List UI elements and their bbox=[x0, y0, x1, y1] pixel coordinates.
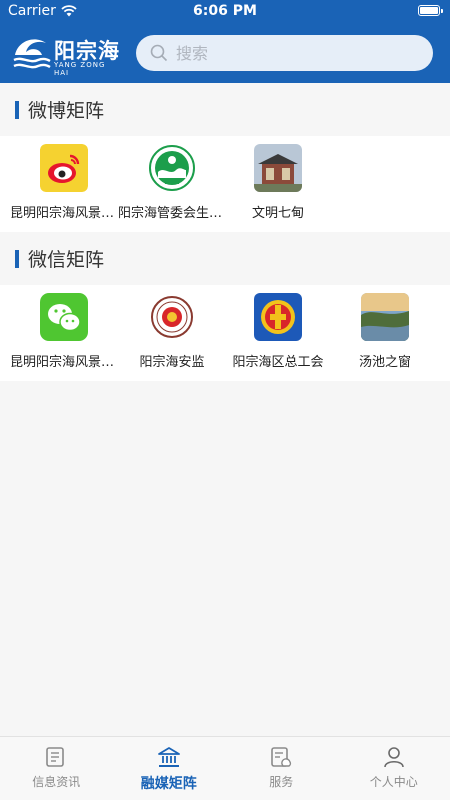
bank-icon bbox=[157, 747, 180, 767]
search-box[interactable] bbox=[136, 35, 433, 71]
section-title: 微博矩阵 bbox=[28, 100, 105, 122]
landscape-photo bbox=[361, 293, 409, 341]
safety-emblem-icon bbox=[148, 293, 196, 341]
matrix-item-label: 阳宗海安监 bbox=[139, 355, 205, 370]
wechat-icon bbox=[40, 293, 88, 341]
matrix-item-wechat-union[interactable]: 阳宗海区总工会 bbox=[224, 293, 332, 377]
matrix-item-wechat-safety[interactable]: 阳宗海安监 bbox=[118, 293, 226, 377]
tab-label: 信息资讯 bbox=[32, 775, 81, 789]
battery-icon bbox=[418, 5, 443, 16]
environment-emblem-icon bbox=[148, 144, 196, 192]
section-accent-bar bbox=[15, 249, 19, 268]
matrix-item-label: 阳宗海管委会生态环境局 bbox=[118, 206, 226, 221]
section-accent-bar bbox=[15, 100, 19, 119]
matrix-item-label: 阳宗海区总工会 bbox=[232, 355, 324, 370]
service-icon bbox=[271, 747, 292, 767]
matrix-item-wechat-scenic[interactable]: 昆明阳宗海风景名胜区 bbox=[10, 293, 118, 377]
tab-label: 个人中心 bbox=[369, 775, 418, 789]
weibo-grid: 昆明阳宗海风景名胜区 阳宗海管委会生态环境局 文 bbox=[0, 136, 450, 232]
tab-label: 服务 bbox=[269, 775, 294, 789]
app-header: Carrier 6:06 PM 阳宗海 YANG ZONG HAI bbox=[0, 0, 450, 83]
matrix-item-label: 昆明阳宗海风景名胜区 bbox=[10, 206, 118, 221]
tab-profile[interactable]: 个人中心 bbox=[338, 737, 450, 800]
status-time: 6:06 PM bbox=[193, 3, 257, 19]
weibo-icon bbox=[40, 144, 88, 192]
building-photo bbox=[254, 144, 302, 192]
trade-union-emblem-icon bbox=[254, 293, 302, 341]
bottom-tab-bar: 信息资讯 融媒矩阵 服务 个人中心 bbox=[0, 736, 450, 800]
user-icon bbox=[383, 747, 404, 768]
section-title: 微信矩阵 bbox=[28, 249, 105, 271]
tab-label: 融媒矩阵 bbox=[140, 776, 197, 792]
wechat-grid: 昆明阳宗海风景名胜区 阳宗海安监 阳宗海区总工会 bbox=[0, 285, 450, 381]
matrix-item-weibo-scenic[interactable]: 昆明阳宗海风景名胜区 bbox=[10, 144, 118, 228]
matrix-item-label: 汤池之窗 bbox=[358, 355, 411, 370]
app-logo[interactable]: 阳宗海 YANG ZONG HAI bbox=[12, 33, 122, 77]
status-bar: Carrier 6:06 PM bbox=[0, 0, 450, 22]
search-input[interactable] bbox=[176, 43, 416, 63]
matrix-item-wechat-tangchi[interactable]: 汤池之窗 bbox=[331, 293, 439, 377]
news-icon bbox=[46, 747, 65, 767]
tab-news[interactable]: 信息资讯 bbox=[0, 737, 113, 800]
logo-subtitle: YANG ZONG HAI bbox=[54, 61, 106, 77]
section-header-wechat: 微信矩阵 bbox=[0, 232, 450, 285]
section-header-weibo: 微博矩阵 bbox=[0, 83, 450, 136]
tab-service[interactable]: 服务 bbox=[225, 737, 338, 800]
matrix-item-weibo-environment[interactable]: 阳宗海管委会生态环境局 bbox=[118, 144, 226, 228]
matrix-item-label: 文明七甸 bbox=[251, 206, 304, 221]
wave-logo-icon bbox=[13, 39, 51, 69]
matrix-item-weibo-wenming[interactable]: 文明七甸 bbox=[224, 144, 332, 228]
matrix-item-label: 昆明阳宗海风景名胜区 bbox=[10, 355, 118, 370]
search-icon bbox=[150, 44, 168, 62]
tab-media-matrix[interactable]: 融媒矩阵 bbox=[113, 737, 226, 800]
